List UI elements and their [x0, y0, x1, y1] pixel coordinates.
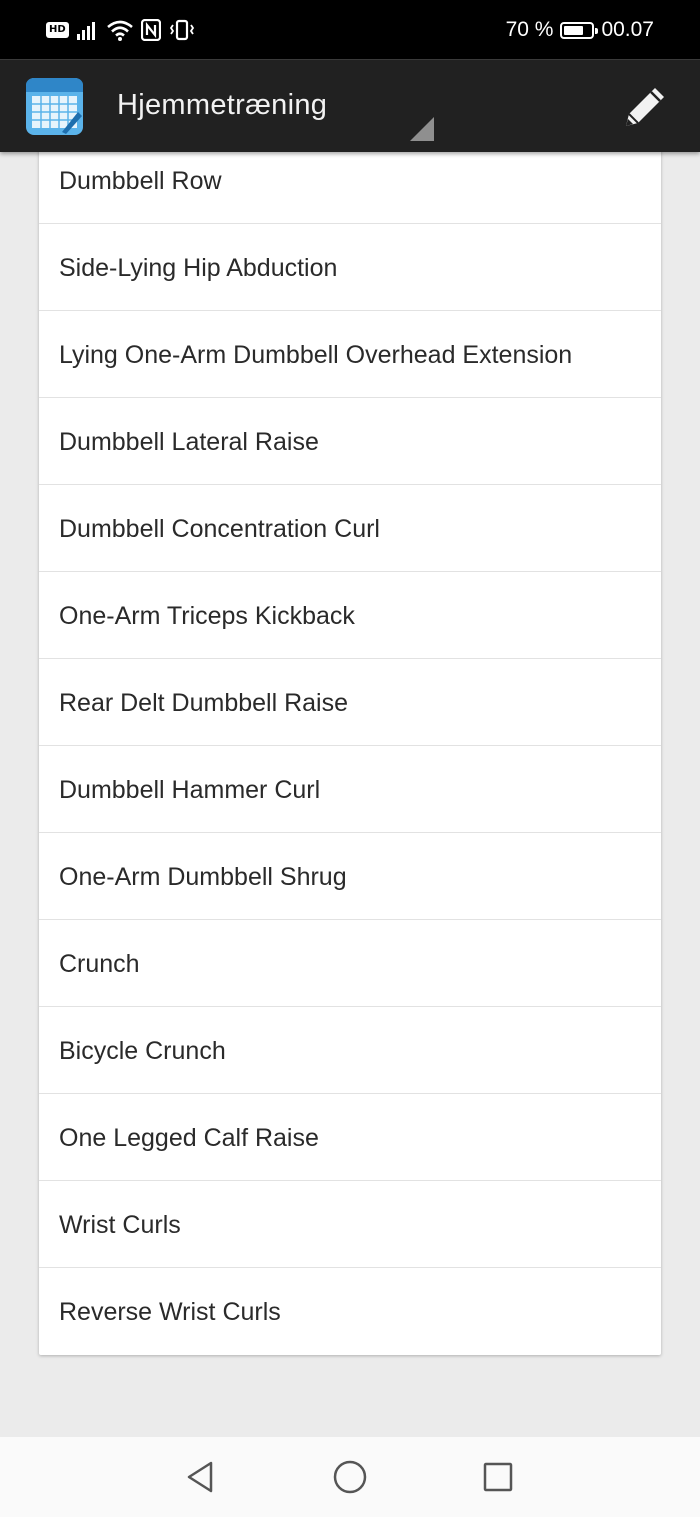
- exercise-list-item[interactable]: Dumbbell Concentration Curl: [39, 485, 661, 572]
- exercise-list-item[interactable]: Dumbbell Hammer Curl: [39, 746, 661, 833]
- exercise-name: Dumbbell Row: [59, 166, 222, 195]
- exercise-name: One-Arm Dumbbell Shrug: [59, 862, 347, 891]
- exercise-name: One-Arm Triceps Kickback: [59, 601, 355, 630]
- exercise-name: Reverse Wrist Curls: [59, 1298, 281, 1326]
- status-icons-right: 70 % 00.07: [506, 14, 654, 46]
- exercise-name: Side-Lying Hip Abduction: [59, 253, 338, 282]
- workout-title: Hjemmetræning: [117, 89, 328, 121]
- exercise-name: Crunch: [59, 949, 140, 978]
- exercise-name: Bicycle Crunch: [59, 1036, 226, 1065]
- exercise-list-item[interactable]: Dumbbell Lateral Raise: [39, 398, 661, 485]
- pencil-icon: [626, 88, 664, 126]
- exercise-list-item[interactable]: One-Arm Dumbbell Shrug: [39, 833, 661, 920]
- battery-percent: 70 %: [505, 18, 554, 41]
- vibrate-icon: [169, 19, 194, 41]
- wifi-icon: [106, 20, 133, 41]
- exercise-list-item[interactable]: Bicycle Crunch: [39, 1007, 661, 1094]
- status-bar: HD 70 % 00.07: [0, 0, 700, 59]
- exercise-list-item[interactable]: Side-Lying Hip Abduction: [39, 224, 661, 311]
- battery-fill: [564, 25, 583, 35]
- workout-selector[interactable]: Hjemmetræning: [100, 60, 436, 153]
- exercise-list-item[interactable]: Crunch: [39, 920, 661, 1007]
- exercise-name: Wrist Curls: [59, 1210, 181, 1239]
- exercise-list-item[interactable]: One-Arm Triceps Kickback: [39, 572, 661, 659]
- navigation-bar: [0, 1437, 700, 1517]
- edit-button[interactable]: [616, 78, 674, 136]
- exercise-name: One Legged Calf Raise: [59, 1123, 319, 1152]
- exercise-name: Lying One-Arm Dumbbell Overhead Extensio…: [59, 340, 573, 369]
- exercise-list-item[interactable]: Lying One-Arm Dumbbell Overhead Extensio…: [39, 311, 661, 398]
- signal-icon: [76, 22, 95, 40]
- exercise-list: Dumbbell Row Side-Lying Hip Abduction Lyin…: [39, 137, 661, 1355]
- calendar-app-icon[interactable]: [26, 78, 83, 135]
- action-bar: Hjemmetræning: [0, 59, 700, 152]
- exercise-list-item[interactable]: One Legged Calf Raise: [39, 1094, 661, 1181]
- exercise-list-item[interactable]: Rear Delt Dumbbell Raise: [39, 659, 661, 746]
- exercise-list-item[interactable]: Wrist Curls: [39, 1181, 661, 1268]
- exercise-name: Dumbbell Hammer Curl: [59, 775, 321, 804]
- circle-home-icon: [333, 1460, 367, 1494]
- status-icons-left: HD: [46, 17, 195, 43]
- exercise-name: Rear Delt Dumbbell Raise: [59, 688, 349, 717]
- clock: 00.07: [601, 18, 654, 41]
- home-button[interactable]: [330, 1457, 370, 1497]
- hd-badge: HD: [46, 22, 69, 38]
- square-recents-icon: [483, 1462, 513, 1492]
- recents-button[interactable]: [478, 1457, 518, 1497]
- exercise-name: Dumbbell Concentration Curl: [59, 514, 380, 543]
- exercise-name: Dumbbell Lateral Raise: [59, 427, 319, 456]
- nfc-icon: [140, 19, 161, 41]
- battery-icon: [560, 21, 599, 39]
- dropdown-corner-icon: [410, 117, 434, 141]
- exercise-list-item[interactable]: Reverse Wrist Curls: [39, 1268, 661, 1355]
- back-button[interactable]: [180, 1457, 220, 1497]
- triangle-back-icon: [187, 1461, 213, 1493]
